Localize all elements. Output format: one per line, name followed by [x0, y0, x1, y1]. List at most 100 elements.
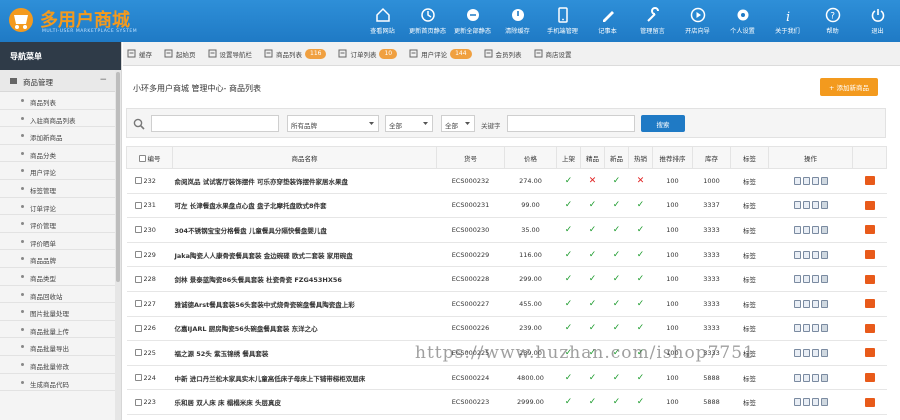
view-icon[interactable] [793, 176, 801, 185]
sidebar-item[interactable]: 图片批量处理 [0, 303, 121, 321]
stock[interactable]: 5888 [692, 365, 731, 391]
view-icon[interactable] [793, 250, 801, 259]
sidebar-item[interactable]: 商品列表 [0, 92, 121, 110]
sort-order[interactable]: 100 [652, 389, 693, 415]
goods-name[interactable]: 中新 进口丹兰松木家具实木儿童高低床子母床上下铺带梯柜双层床 [172, 365, 437, 391]
check-icon[interactable]: ✓ [565, 299, 573, 309]
delete-icon[interactable] [820, 299, 828, 308]
group-buy-icon[interactable] [864, 176, 875, 186]
search-button[interactable]: 搜索 [641, 115, 685, 132]
goods-price[interactable]: 116.00 [504, 242, 557, 268]
select-all-checkbox[interactable] [138, 155, 146, 162]
stock[interactable]: 3333 [692, 217, 731, 243]
flag-best[interactable]: ✓ [580, 217, 605, 243]
flag-onsale[interactable]: ✓ [556, 193, 581, 219]
sort-order[interactable]: 100 [652, 316, 693, 342]
flag-onsale[interactable]: ✓ [556, 168, 581, 194]
goods-name[interactable]: 福之源 52头 紫玉锦绣 餐具套装 [172, 340, 437, 366]
quick-tab[interactable]: 商店设置 [534, 49, 572, 59]
sidebar-item[interactable]: 入驻商商品列表 [0, 110, 121, 128]
row-checkbox[interactable] [134, 177, 142, 185]
check-icon[interactable]: ✓ [637, 274, 645, 284]
check-icon[interactable]: ✓ [565, 274, 573, 284]
sort-order[interactable]: 100 [652, 266, 693, 292]
sidebar-scroll-thumb[interactable] [116, 72, 120, 282]
copy-icon[interactable] [811, 299, 819, 308]
check-icon[interactable]: ✓ [565, 373, 573, 383]
sidebar-item[interactable]: 商品类型 [0, 268, 121, 286]
copy-icon[interactable] [811, 348, 819, 357]
delete-icon[interactable] [820, 275, 828, 284]
sort-order[interactable]: 100 [652, 365, 693, 391]
flag-hot[interactable]: ✓ [628, 316, 653, 342]
flag-best[interactable]: ✓ [580, 389, 605, 415]
flag-onsale[interactable]: ✓ [556, 266, 581, 292]
sidebar-item[interactable]: 商品批量导出 [0, 338, 121, 356]
sidebar-item[interactable]: 订单评论 [0, 198, 121, 216]
flag-new[interactable]: ✓ [604, 291, 629, 317]
delete-icon[interactable] [820, 201, 828, 210]
goods-name[interactable]: 可左 长津餐盘水果盘点心盘 盘子北摩托盘欧式8件套 [172, 193, 437, 219]
flag-best[interactable]: ✓ [580, 193, 605, 219]
tag-link[interactable]: 标签 [730, 389, 769, 415]
tag-link[interactable]: 标签 [730, 291, 769, 317]
check-icon[interactable]: ✓ [613, 373, 621, 383]
category-input[interactable] [151, 115, 279, 132]
group-buy-icon[interactable] [864, 323, 875, 333]
group-buy-icon[interactable] [864, 250, 875, 260]
stock[interactable]: 1000 [692, 168, 731, 194]
flag-onsale[interactable]: ✓ [556, 365, 581, 391]
topnav-play[interactable]: 开店向导 [675, 0, 720, 42]
goods-price[interactable]: 299.00 [504, 266, 557, 292]
topnav-home[interactable]: 查看网站 [360, 0, 405, 42]
view-icon[interactable] [793, 201, 801, 210]
view-icon[interactable] [793, 348, 801, 357]
delete-icon[interactable] [820, 398, 828, 407]
group-buy-icon[interactable] [864, 225, 875, 235]
group-buy-icon[interactable] [864, 200, 875, 210]
edit-icon[interactable] [802, 398, 810, 407]
check-icon[interactable]: ✓ [613, 274, 621, 284]
tag-link[interactable]: 标签 [730, 266, 769, 292]
quick-tab[interactable]: 用户评论 144 [409, 48, 472, 59]
brand-logo[interactable]: 多用户商城 MULTI-USER MARKETPLACE SYSTEM [6, 4, 176, 38]
group-buy-icon[interactable] [864, 373, 875, 383]
sidebar-item[interactable]: 商品批量上传 [0, 321, 121, 339]
row-checkbox[interactable] [134, 324, 142, 332]
tag-link[interactable]: 标签 [730, 365, 769, 391]
check-icon[interactable]: ✓ [589, 250, 597, 260]
flag-best[interactable]: ✓ [580, 291, 605, 317]
goods-name[interactable]: 俞阅岚品 试试客厅装饰摆件 可乐亦穿垫装饰摆件家居水果盘 [172, 168, 437, 194]
check-icon[interactable]: ✓ [613, 200, 621, 210]
check-icon[interactable]: ✓ [565, 200, 573, 210]
row-checkbox[interactable] [134, 275, 142, 283]
flag-hot[interactable]: ✓ [628, 389, 653, 415]
flag-new[interactable]: ✓ [604, 217, 629, 243]
flag-onsale[interactable]: ✓ [556, 316, 581, 342]
collapse-icon[interactable]: − [99, 75, 107, 85]
sidebar-item[interactable]: 用户评论 [0, 162, 121, 180]
row-checkbox[interactable] [134, 251, 142, 259]
status-select[interactable]: 全部 [385, 115, 433, 132]
sidebar-item[interactable]: 标签管理 [0, 180, 121, 198]
cross-icon[interactable]: ✕ [637, 176, 645, 186]
copy-icon[interactable] [811, 275, 819, 284]
topnav-wrench[interactable]: 管理留言 [630, 0, 675, 42]
goods-price[interactable]: 4800.00 [504, 365, 557, 391]
flag-new[interactable]: ✓ [604, 193, 629, 219]
flag-hot[interactable]: ✓ [628, 291, 653, 317]
quick-tab[interactable]: 订单列表 10 [338, 48, 398, 59]
tag-link[interactable]: 标签 [730, 242, 769, 268]
sort-order[interactable]: 100 [652, 242, 693, 268]
goods-sn[interactable]: ECS000226 [436, 316, 505, 342]
copy-icon[interactable] [811, 225, 819, 234]
tag-link[interactable]: 标签 [730, 316, 769, 342]
sort-order[interactable]: 100 [652, 291, 693, 317]
sidebar-item[interactable]: 商品品牌 [0, 250, 121, 268]
check-icon[interactable]: ✓ [613, 225, 621, 235]
flag-onsale[interactable]: ✓ [556, 242, 581, 268]
copy-icon[interactable] [811, 324, 819, 333]
keyword-input[interactable] [507, 115, 635, 132]
edit-icon[interactable] [802, 250, 810, 259]
flag-new[interactable]: ✓ [604, 266, 629, 292]
